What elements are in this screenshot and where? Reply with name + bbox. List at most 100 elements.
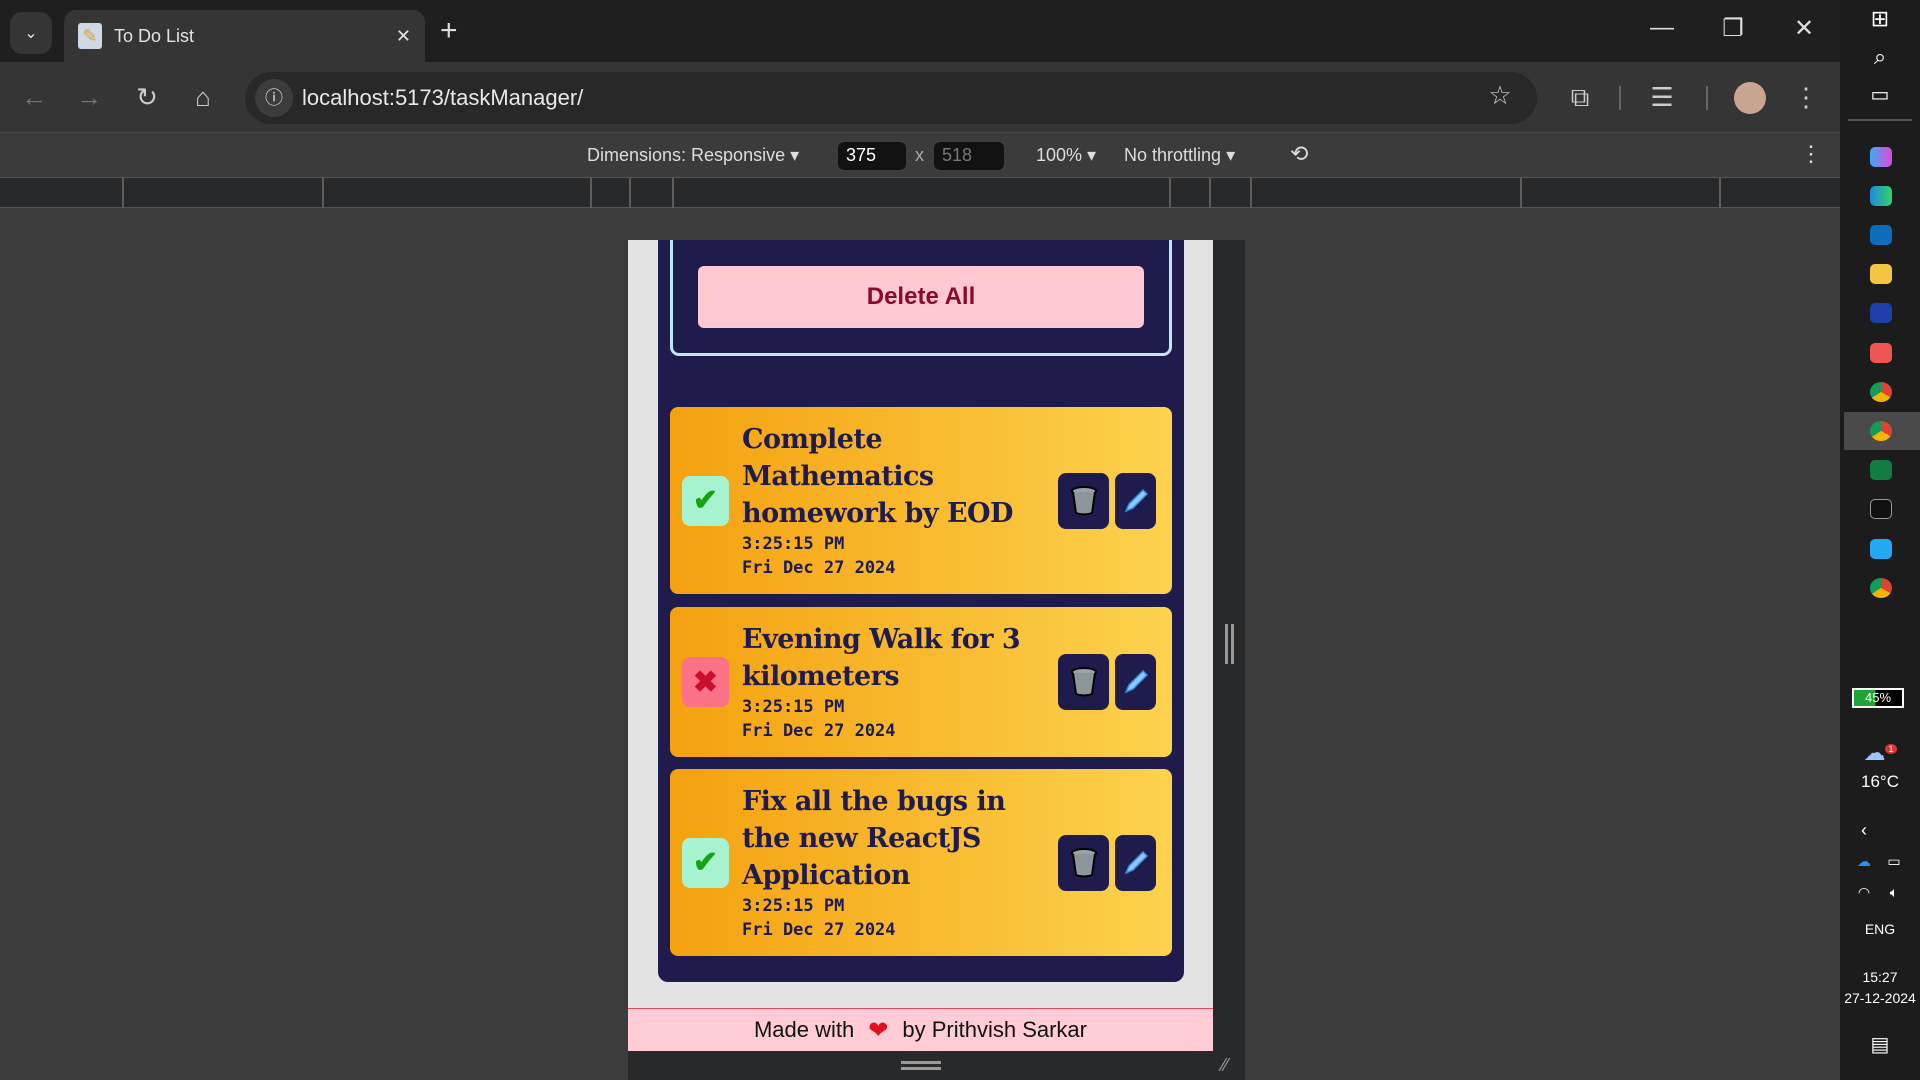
rotate-icon[interactable]: ⟲ xyxy=(1290,141,1308,167)
excel-icon[interactable] xyxy=(1870,460,1892,480)
task-title: Evening Walk for 3 kilometers xyxy=(742,624,1021,692)
l-app-icon[interactable] xyxy=(1870,303,1892,323)
chrome-icon[interactable] xyxy=(1870,382,1892,402)
task-form: Delete All xyxy=(670,240,1172,356)
back-button[interactable]: ← xyxy=(19,82,49,112)
browser-tab[interactable]: ✎ To Do List ✕ xyxy=(64,10,425,62)
menu-kebab-icon[interactable]: ⋮ xyxy=(1791,82,1821,112)
task-title: Fix all the bugs in the new ReactJS Appl… xyxy=(742,786,1006,891)
not-completed-cross-icon[interactable]: ✖ xyxy=(682,657,729,707)
tab-title: To Do List xyxy=(114,25,195,46)
battery-indicator[interactable]: 45% xyxy=(1852,688,1904,708)
power-icon[interactable]: ▭ xyxy=(1854,853,1920,870)
task-date: Fri Dec 27 2024 xyxy=(742,558,896,578)
new-tab-button[interactable]: + xyxy=(440,14,458,48)
delete-task-button[interactable] xyxy=(1058,654,1109,710)
copilot-icon[interactable] xyxy=(1870,147,1892,167)
edit-task-button[interactable] xyxy=(1115,834,1156,891)
clock-date[interactable]: 27-12-2024 xyxy=(1840,990,1920,1006)
device-viewport: Delete All ✔ Complete Mathematics homewo… xyxy=(628,240,1213,1051)
snipping-tool-icon[interactable] xyxy=(1870,343,1892,363)
weather-icon[interactable]: ☁ 1 xyxy=(1840,740,1920,766)
notifications-icon[interactable]: ▤ xyxy=(1840,1032,1920,1057)
show-hidden-icons[interactable]: ‹ xyxy=(1824,820,1904,841)
temperature: 16°C xyxy=(1861,772,1899,791)
footer-prefix: Made with xyxy=(753,1017,855,1042)
terminal-icon[interactable] xyxy=(1870,499,1892,519)
close-window-button[interactable]: ✕ xyxy=(1784,14,1824,43)
task-card: ✔ Fix all the bugs in the new ReactJS Ap… xyxy=(670,769,1172,956)
task-date: Fri Dec 27 2024 xyxy=(742,920,896,940)
close-tab-icon[interactable]: ✕ xyxy=(396,26,411,47)
heart-icon: ❤ xyxy=(868,1016,889,1044)
windows-start-icon[interactable]: ⊞ xyxy=(1840,6,1920,32)
volume-icon[interactable]: 🔈︎ xyxy=(1854,884,1920,901)
restore-button[interactable]: ❐ xyxy=(1713,14,1753,43)
times-label: x xyxy=(915,145,924,165)
task-container: Delete All ✔ Complete Mathematics homewo… xyxy=(658,240,1184,982)
site-info-icon[interactable]: ⓘ xyxy=(255,79,293,117)
extensions-icon[interactable]: ⧉ xyxy=(1565,82,1595,112)
device-toolbar: Dimensions: Responsive ▾ 375 x 518 100% … xyxy=(0,132,1840,178)
address-bar[interactable]: ⓘ localhost:5173/taskManager/ xyxy=(245,72,1537,124)
dimensions-dropdown[interactable]: Dimensions: Responsive ▾ xyxy=(587,145,799,166)
pencil-icon xyxy=(1124,669,1148,694)
task-card: ✖ Evening Walk for 3 kilometers 3:25:15 … xyxy=(670,607,1172,757)
zoom-label: 100% xyxy=(1036,145,1083,165)
chrome-profile-icon[interactable] xyxy=(1870,578,1892,598)
corner-resize-icon[interactable]: ⁄⁄ xyxy=(1222,1055,1228,1076)
edit-task-button[interactable] xyxy=(1115,472,1156,529)
minimize-button[interactable]: — xyxy=(1642,14,1682,42)
vscode-icon[interactable] xyxy=(1870,539,1892,559)
outlook-icon[interactable] xyxy=(1870,225,1892,245)
height-input[interactable]: 518 xyxy=(934,142,1004,170)
footer: Made with ❤ by Prithvish Sarkar xyxy=(628,1008,1213,1051)
edit-task-button[interactable] xyxy=(1115,654,1156,710)
task-time: 3:25:15 PM xyxy=(742,697,845,717)
search-icon[interactable]: ⌕ xyxy=(1840,44,1920,70)
viewport-resize-handle-bottom[interactable]: ⁄⁄ xyxy=(628,1051,1245,1080)
profile-avatar[interactable] xyxy=(1734,82,1766,114)
toolbar-divider xyxy=(1619,86,1621,110)
language-indicator[interactable]: ENG xyxy=(1840,921,1920,937)
completed-check-icon[interactable]: ✔ xyxy=(682,475,729,526)
task-date: Fri Dec 27 2024 xyxy=(742,721,896,741)
edge-icon[interactable] xyxy=(1870,186,1892,206)
throttling-dropdown[interactable]: No throttling ▾ xyxy=(1124,145,1235,166)
delete-task-button[interactable] xyxy=(1058,834,1109,891)
task-title: Complete Mathematics homework by EOD xyxy=(742,424,1013,529)
viewport-resize-handle-right[interactable] xyxy=(1213,240,1245,1051)
dimensions-label: Dimensions: Responsive xyxy=(587,145,786,165)
reading-list-icon[interactable]: ☰ xyxy=(1647,82,1677,112)
trash-icon xyxy=(1070,485,1097,515)
footer-author: by Prithvish Sarkar xyxy=(902,1017,1087,1042)
zoom-dropdown[interactable]: 100% ▾ xyxy=(1036,145,1096,166)
width-input[interactable]: 375 xyxy=(838,142,906,170)
task-view-icon[interactable]: ▭ xyxy=(1840,82,1920,107)
file-explorer-icon[interactable] xyxy=(1870,264,1892,284)
delete-task-button[interactable] xyxy=(1058,472,1109,529)
trash-icon xyxy=(1070,667,1097,697)
forward-button[interactable]: → xyxy=(74,82,104,112)
task-text: Evening Walk for 3 kilometers 3:25:15 PM… xyxy=(742,621,1058,743)
delete-all-button[interactable]: Delete All xyxy=(698,266,1144,328)
reload-button[interactable]: ↻ xyxy=(132,82,162,112)
task-text: Complete Mathematics homework by EOD 3:2… xyxy=(742,421,1058,580)
home-button[interactable]: ⌂ xyxy=(188,82,218,112)
tab-search-button[interactable]: ⌄ xyxy=(10,12,52,54)
task-time: 3:25:15 PM xyxy=(742,534,845,554)
chrome-profile-icon-active[interactable] xyxy=(1870,421,1892,441)
task-card: ✔ Complete Mathematics homework by EOD 3… xyxy=(670,407,1172,594)
url-text[interactable]: localhost:5173/taskManager/ xyxy=(302,85,583,111)
pencil-icon xyxy=(1124,488,1148,512)
bookmark-star-icon[interactable]: ☆ xyxy=(1485,80,1515,110)
trash-icon xyxy=(1070,847,1097,877)
completed-check-icon[interactable]: ✔ xyxy=(682,837,729,888)
clock-time[interactable]: 15:27 xyxy=(1840,969,1920,985)
task-time: 3:25:15 PM xyxy=(742,896,845,916)
windows-taskbar: ⊞ ⌕ ▭ 45% ☁ 1 16°C ‹ ☁ ▭ ◠ 🔈︎ ENG 15:27 2… xyxy=(1840,0,1920,1080)
devtools-more-icon[interactable]: ⋮ xyxy=(1800,141,1822,167)
toolbar-divider xyxy=(1706,86,1708,110)
media-query-ruler xyxy=(0,178,1840,208)
task-text: Fix all the bugs in the new ReactJS Appl… xyxy=(742,783,1058,942)
